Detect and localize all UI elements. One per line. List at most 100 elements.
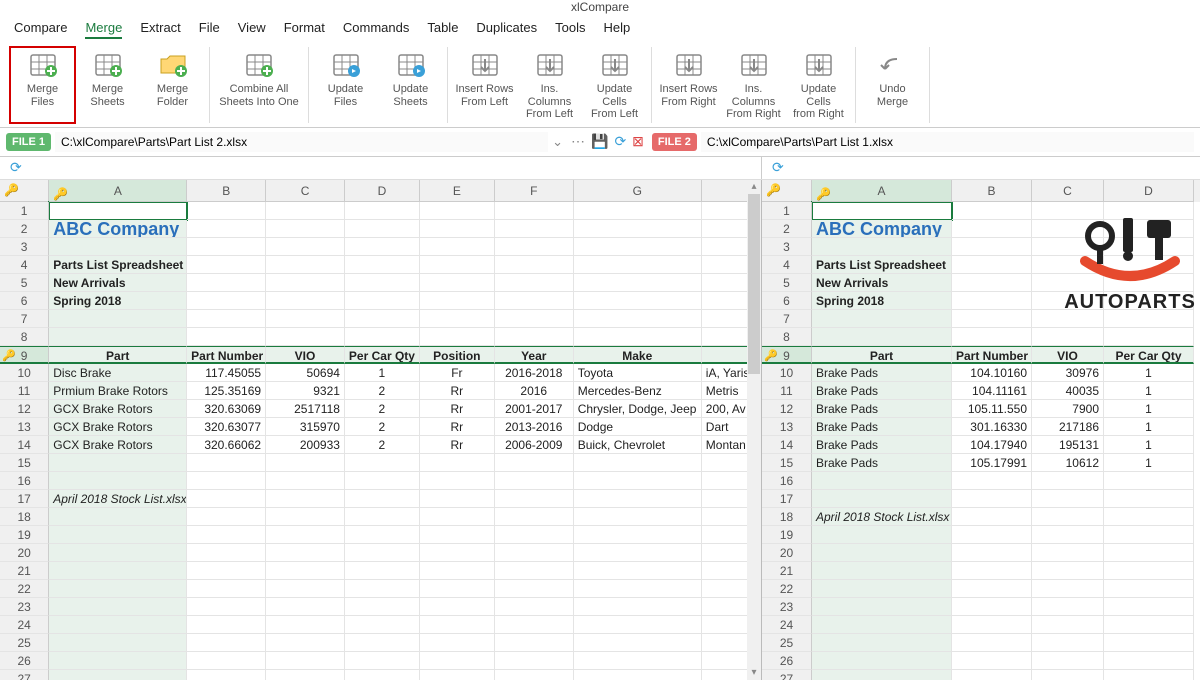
cell[interactable]	[266, 310, 345, 328]
cell[interactable]	[952, 238, 1032, 256]
cell[interactable]: 40035	[1032, 382, 1104, 400]
cell[interactable]	[345, 544, 420, 562]
cell[interactable]	[420, 328, 495, 346]
cell[interactable]: 9321	[266, 382, 345, 400]
row-header[interactable]: 22	[0, 580, 49, 598]
cell[interactable]	[1104, 580, 1194, 598]
row-header[interactable]: 12	[0, 400, 49, 418]
row-header[interactable]: 21	[0, 562, 49, 580]
cell[interactable]: Buick, Chevrolet	[574, 436, 702, 454]
cell[interactable]: 320.66062	[187, 436, 266, 454]
cell[interactable]	[345, 220, 420, 238]
cell[interactable]: Rr	[420, 418, 495, 436]
cell[interactable]: 315970	[266, 418, 345, 436]
menu-duplicates[interactable]: Duplicates	[476, 20, 537, 39]
cell[interactable]	[574, 328, 702, 346]
cell[interactable]	[952, 202, 1032, 220]
cell[interactable]	[812, 202, 952, 220]
cell[interactable]	[345, 292, 420, 310]
cell[interactable]	[266, 670, 345, 680]
cell[interactable]	[266, 238, 345, 256]
cell[interactable]	[574, 220, 702, 238]
cell[interactable]	[420, 598, 495, 616]
cell[interactable]	[495, 472, 574, 490]
cell[interactable]	[952, 670, 1032, 680]
cell[interactable]: 217186	[1032, 418, 1104, 436]
cell[interactable]: 2016-2018	[495, 364, 574, 382]
cell[interactable]	[952, 580, 1032, 598]
row-header[interactable]: 16	[762, 472, 812, 490]
cell[interactable]	[1104, 634, 1194, 652]
cell[interactable]	[1104, 670, 1194, 680]
row-header[interactable]: 18	[0, 508, 49, 526]
cell[interactable]	[345, 490, 420, 508]
cell[interactable]	[952, 310, 1032, 328]
cell[interactable]: Rr	[420, 400, 495, 418]
cell[interactable]	[1032, 598, 1104, 616]
header-cell[interactable]: Part	[49, 346, 187, 364]
cell[interactable]	[345, 526, 420, 544]
cell[interactable]: Spring 2018	[49, 292, 187, 310]
cell[interactable]: 2	[345, 400, 420, 418]
cell[interactable]	[187, 490, 266, 508]
cell[interactable]	[49, 616, 187, 634]
cell[interactable]	[1104, 598, 1194, 616]
cell[interactable]	[574, 472, 702, 490]
cell[interactable]	[495, 634, 574, 652]
cell[interactable]	[812, 526, 952, 544]
file2-path-input[interactable]	[701, 132, 1194, 152]
cell[interactable]	[495, 652, 574, 670]
cell[interactable]: 2	[345, 436, 420, 454]
cell[interactable]: Rr	[420, 436, 495, 454]
cell[interactable]	[1032, 526, 1104, 544]
cell[interactable]	[1032, 490, 1104, 508]
cell[interactable]	[495, 670, 574, 680]
cell[interactable]	[812, 238, 952, 256]
cell[interactable]	[187, 598, 266, 616]
cell[interactable]	[495, 544, 574, 562]
cell[interactable]: Parts List Spreadsheet	[812, 256, 952, 274]
cell[interactable]	[952, 508, 1032, 526]
ribbon-merge-sheets[interactable]: MergeSheets	[75, 47, 140, 123]
cell[interactable]	[266, 526, 345, 544]
row-header[interactable]: 20	[762, 544, 812, 562]
row-header[interactable]: 17	[0, 490, 49, 508]
cell[interactable]	[812, 616, 952, 634]
cell[interactable]: Dodge	[574, 418, 702, 436]
cell[interactable]: 105.11.550	[952, 400, 1032, 418]
row-header[interactable]: 22	[762, 580, 812, 598]
cell[interactable]	[812, 598, 952, 616]
cell[interactable]	[952, 544, 1032, 562]
row-header[interactable]: 3	[762, 238, 812, 256]
cell[interactable]	[187, 634, 266, 652]
cell[interactable]	[1032, 508, 1104, 526]
cell[interactable]: 7900	[1032, 400, 1104, 418]
cell[interactable]	[1104, 652, 1194, 670]
cell[interactable]	[49, 454, 187, 472]
cell[interactable]	[420, 310, 495, 328]
row-header[interactable]: 27	[762, 670, 812, 680]
row-header[interactable]: 17	[762, 490, 812, 508]
cell[interactable]	[812, 472, 952, 490]
sync-icon-right[interactable]: ⟳	[768, 159, 788, 176]
col-header-A[interactable]: 🔑A	[49, 180, 187, 202]
cell[interactable]: GCX Brake Rotors	[49, 400, 187, 418]
scroll-up-icon[interactable]: ▴	[747, 180, 761, 194]
cell[interactable]: Brake Pads	[812, 364, 952, 382]
cell[interactable]	[266, 616, 345, 634]
cell[interactable]	[345, 598, 420, 616]
cell[interactable]	[574, 634, 702, 652]
cell[interactable]: 104.11161	[952, 382, 1032, 400]
cell[interactable]	[495, 328, 574, 346]
cell[interactable]	[420, 544, 495, 562]
cell[interactable]	[187, 670, 266, 680]
cell[interactable]	[187, 652, 266, 670]
row-header[interactable]: 🔑9	[762, 346, 812, 364]
row-header[interactable]: 25	[762, 634, 812, 652]
cell[interactable]	[49, 598, 187, 616]
cell[interactable]	[345, 652, 420, 670]
cell[interactable]: Toyota	[574, 364, 702, 382]
cell[interactable]	[574, 508, 702, 526]
cell[interactable]: Brake Pads	[812, 436, 952, 454]
header-cell[interactable]: Part	[812, 346, 952, 364]
